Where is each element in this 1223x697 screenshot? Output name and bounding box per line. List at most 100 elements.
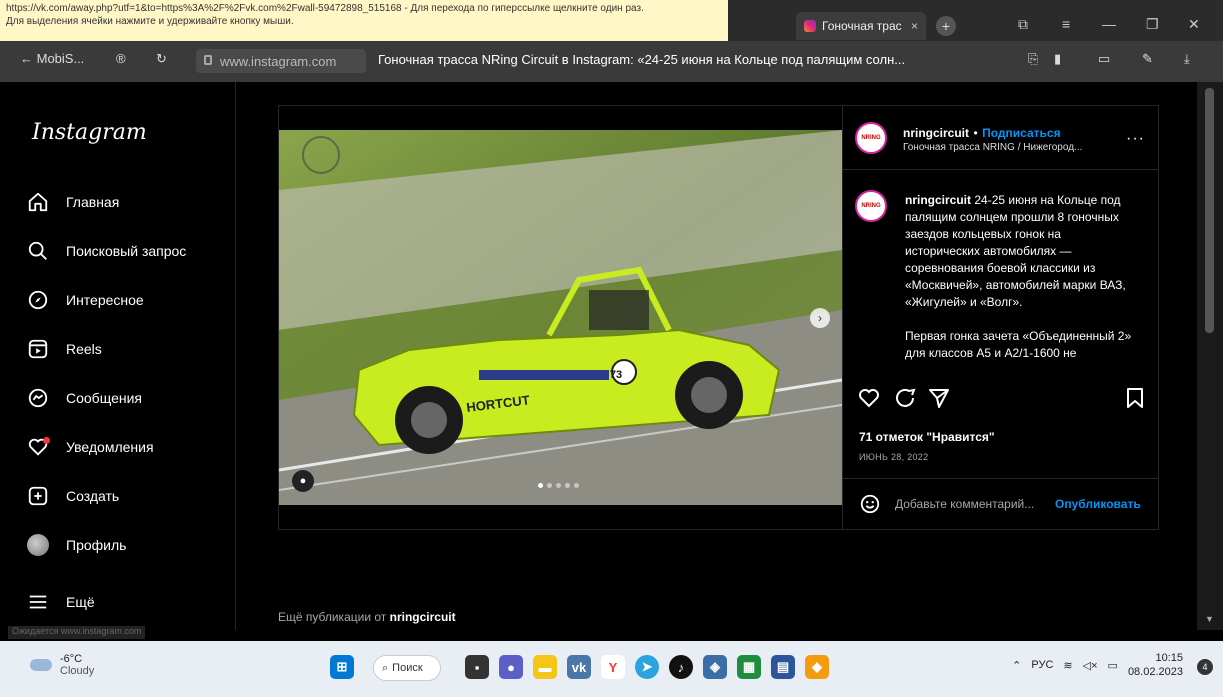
carousel-dot: [556, 483, 561, 488]
file-explorer-icon[interactable]: ▬: [533, 655, 557, 679]
more-publications-heading: Ещё публикации от nringcircuit: [278, 610, 456, 624]
windows-taskbar: -6°C Cloudy ⊞ ⌕ Поиск ▪ ● ▬ vk Y ➤ ♪ ◈ ▦ …: [0, 641, 1223, 697]
task-view-icon[interactable]: ▪: [465, 655, 489, 679]
tab-close-icon[interactable]: ×: [911, 19, 918, 33]
minimize-icon[interactable]: —: [1102, 16, 1116, 32]
sidebar-item-explore[interactable]: Интересное: [26, 288, 144, 312]
security-icon[interactable]: ◈: [703, 655, 727, 679]
sidebar-item-reels[interactable]: Reels: [26, 337, 102, 361]
tiktok-icon[interactable]: ♪: [669, 655, 693, 679]
plus-square-icon: [26, 484, 50, 508]
vk-icon[interactable]: vk: [567, 655, 591, 679]
comment-box: Добавьте комментарий... Опубликовать: [843, 478, 1159, 530]
like-icon[interactable]: [857, 386, 881, 415]
author-avatar[interactable]: NRING: [855, 122, 887, 154]
clock-time: 10:15: [1155, 652, 1183, 664]
tagged-user-icon[interactable]: ●: [292, 470, 314, 492]
carousel-dot: [574, 483, 579, 488]
download-icon[interactable]: ⤓: [1184, 51, 1190, 67]
sidebar-item-search[interactable]: Поисковый запрос: [26, 239, 186, 263]
extensions-icon[interactable]: ✎: [1142, 51, 1153, 67]
menu-icon[interactable]: ≡: [1062, 16, 1070, 32]
close-window-icon[interactable]: ✕: [1188, 16, 1200, 33]
more-pubs-prefix: Ещё публикации от: [278, 610, 390, 624]
word-icon[interactable]: ▤: [771, 655, 795, 679]
author-username[interactable]: nringcircuit: [903, 126, 969, 140]
telegram-icon[interactable]: ➤: [635, 655, 659, 679]
sidebar-item-notifications[interactable]: Уведомления: [26, 435, 154, 459]
back-button[interactable]: ← MobiS...: [20, 51, 84, 66]
app-icon[interactable]: ◆: [805, 655, 829, 679]
post-location[interactable]: Гоночная трасса NRING / Нижегород...: [903, 142, 1082, 153]
share-icon[interactable]: ⎘: [1028, 51, 1038, 67]
battery-icon[interactable]: ▭: [1108, 659, 1118, 672]
teams-chat-icon[interactable]: ●: [499, 655, 523, 679]
bookmark-icon[interactable]: ▮: [1054, 51, 1061, 67]
sidebar-item-more[interactable]: Ещё: [26, 590, 95, 614]
protect-icon[interactable]: ®: [116, 51, 126, 66]
status-line-1: https://vk.com/away.php?utf=1&to=https%3…: [6, 3, 644, 14]
search-icon: [26, 239, 50, 263]
url-field[interactable]: www.instagram.com: [196, 49, 366, 73]
language-indicator[interactable]: РУС: [1031, 659, 1053, 671]
reload-icon[interactable]: ↻: [156, 51, 167, 67]
sidebar-item-label: Профиль: [66, 537, 127, 553]
separator-dot: •: [973, 126, 978, 140]
sidebar-item-label: Интересное: [66, 292, 144, 308]
sidebar-item-create[interactable]: Создать: [26, 484, 119, 508]
heart-icon: [26, 435, 50, 459]
avatar-text: NRING: [861, 135, 881, 141]
wifi-icon[interactable]: ≋: [1063, 659, 1072, 672]
status-line-2: Для выделения ячейки нажмите и удерживай…: [6, 16, 294, 27]
weather-widget[interactable]: -6°C Cloudy: [30, 653, 94, 677]
carousel-dots: [538, 483, 579, 488]
chevron-up-icon[interactable]: ⌃: [1012, 659, 1021, 672]
sidebar-item-label: Reels: [66, 341, 102, 357]
share-icon[interactable]: [927, 386, 951, 415]
spreadsheet-icon[interactable]: ▦: [737, 655, 761, 679]
instagram-logo[interactable]: Instagram: [32, 120, 147, 145]
publish-button[interactable]: Опубликовать: [1055, 497, 1141, 511]
instagram-favicon-icon: [804, 20, 816, 32]
start-icon[interactable]: ⊞: [330, 655, 354, 679]
sidebar-item-label: Ещё: [66, 594, 95, 610]
weather-temp: -6°C: [60, 653, 83, 665]
car-number: 73: [610, 369, 622, 381]
sidebar-item-messages[interactable]: Сообщения: [26, 386, 142, 410]
emoji-icon[interactable]: [859, 493, 881, 520]
post-card: HORTCUT 73 › ● NRING nringcircuit • Подп…: [278, 105, 1159, 530]
new-tab-button[interactable]: +: [936, 16, 956, 36]
post-photo[interactable]: HORTCUT 73 › ●: [279, 130, 842, 505]
volume-icon[interactable]: ◁×: [1083, 659, 1098, 672]
more-pubs-user[interactable]: nringcircuit: [390, 610, 456, 624]
scrollbar-thumb[interactable]: [1205, 88, 1214, 333]
sidebar-item-home[interactable]: Главная: [26, 190, 119, 214]
lock-icon: [204, 55, 212, 65]
caption-avatar[interactable]: NRING: [855, 190, 887, 222]
comment-icon[interactable]: [893, 386, 917, 415]
page-scrollbar[interactable]: ▼: [1197, 82, 1223, 630]
messenger-icon: [26, 386, 50, 410]
sidebar-item-profile[interactable]: Профиль: [26, 533, 126, 557]
caption-username[interactable]: nringcircuit: [905, 193, 971, 207]
tab-instagram[interactable]: Гоночная трас ×: [796, 12, 926, 40]
next-arrow-button[interactable]: ›: [810, 308, 830, 328]
follow-button[interactable]: Подписаться: [982, 126, 1060, 140]
caption-text-2: Первая гонка зачета «Объединенный 2» для…: [905, 329, 1132, 360]
comment-input[interactable]: Добавьте комментарий...: [895, 497, 1034, 511]
tabs-view-icon[interactable]: ⧉: [1018, 16, 1028, 33]
likes-count[interactable]: 71 отметок "Нравится": [859, 430, 995, 444]
browser-status-text: Ожидается www.instagram.com: [8, 626, 146, 639]
clock[interactable]: 10:15 08.02.2023: [1128, 651, 1183, 679]
yandex-browser-icon[interactable]: Y: [601, 655, 625, 679]
battery-mode-icon[interactable]: ▭: [1098, 51, 1110, 67]
scroll-down-arrow[interactable]: ▼: [1205, 614, 1214, 624]
maximize-icon[interactable]: ❐: [1146, 16, 1159, 33]
save-icon[interactable]: [1123, 386, 1147, 415]
more-options-icon[interactable]: ···: [1126, 130, 1145, 148]
weather-text: Cloudy: [60, 665, 95, 677]
notifications-badge[interactable]: 4: [1197, 659, 1213, 675]
compass-icon: [26, 288, 50, 312]
taskbar-search[interactable]: ⌕ Поиск: [373, 655, 441, 681]
url-text: www.instagram.com: [220, 53, 337, 69]
